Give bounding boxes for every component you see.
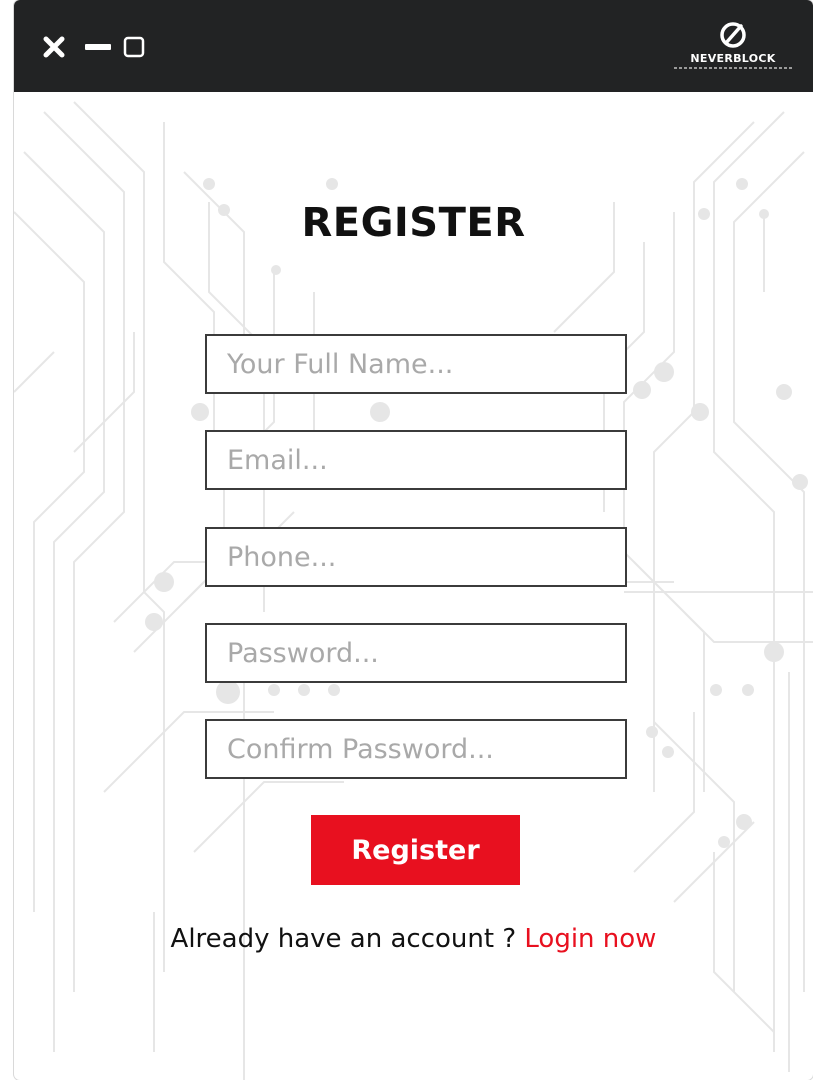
logo-icon — [720, 22, 746, 48]
full-name-input[interactable] — [205, 334, 627, 394]
register-button[interactable]: Register — [311, 815, 520, 885]
login-prompt-text: Already have an account ? — [170, 924, 525, 954]
maximize-icon — [123, 36, 145, 58]
close-icon — [43, 36, 65, 58]
minimize-button[interactable] — [84, 30, 112, 64]
logo-tagline — [674, 67, 792, 69]
title-bar: NEVERBLOCK — [14, 0, 813, 92]
minimize-icon — [85, 44, 111, 50]
phone-input[interactable] — [205, 527, 627, 587]
confirm-password-input[interactable] — [205, 719, 627, 779]
email-input[interactable] — [205, 430, 627, 490]
app-window: NEVERBLOCK REGISTER Register Already hav… — [14, 0, 813, 1080]
login-prompt: Already have an account ? Login now — [14, 924, 813, 954]
page-title: REGISTER — [301, 200, 526, 246]
neverblock-logo: NEVERBLOCK — [670, 14, 796, 76]
login-now-link[interactable]: Login now — [524, 924, 656, 954]
maximize-button[interactable] — [122, 30, 146, 64]
logo-text: NEVERBLOCK — [690, 52, 776, 65]
password-input[interactable] — [205, 623, 627, 683]
close-button[interactable] — [40, 30, 68, 64]
